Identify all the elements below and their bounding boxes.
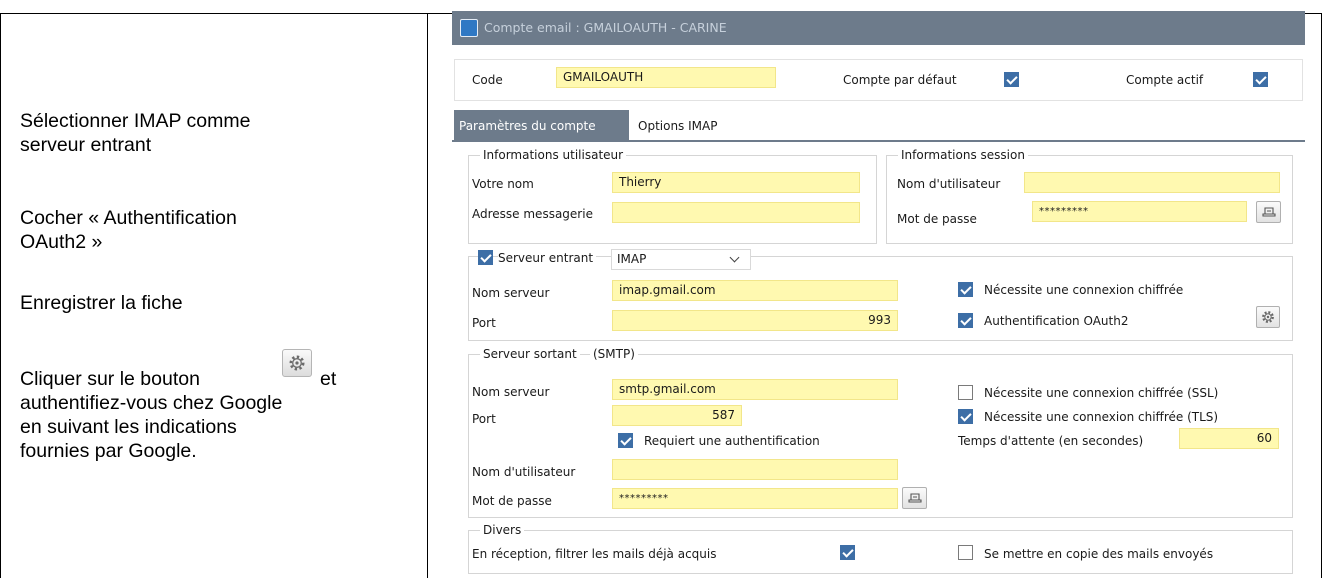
chevron-down-icon [729, 252, 740, 263]
session-info-group [886, 155, 1293, 244]
ssl-checkbox[interactable] [958, 385, 973, 400]
oauth2-label: Authentification OAuth2 [984, 314, 1129, 328]
incoming-encrypted-checkbox[interactable] [958, 282, 973, 297]
outgoing-username-field[interactable] [612, 459, 898, 480]
session-password-field[interactable]: ********* [1032, 201, 1247, 222]
incoming-server-checkbox[interactable] [478, 250, 493, 265]
tab-account-settings[interactable]: Paramètres du compte [454, 110, 629, 142]
default-account-checkbox[interactable] [1004, 72, 1019, 87]
session-username-field[interactable] [1024, 172, 1280, 193]
instruction-line: Cliquer sur le bouton [20, 368, 200, 390]
ssl-label: Nécessite une connexion chiffrée (SSL) [984, 386, 1219, 400]
tab-imap-options[interactable]: Options IMAP [638, 118, 717, 134]
copy-sent-label: Se mettre en copie des mails envoyés [984, 547, 1214, 561]
tls-checkbox[interactable] [958, 409, 973, 424]
oauth2-settings-button[interactable] [1256, 306, 1280, 328]
table-column-divider [427, 13, 428, 578]
instruction-line: Cocher « Authentification [20, 207, 237, 229]
session-username-label: Nom d'utilisateur [897, 177, 1001, 191]
timeout-field[interactable]: 60 [1179, 428, 1279, 449]
outgoing-protocol-label: (SMTP) [590, 346, 638, 362]
window-titlebar: Compte email : GMAILOAUTH - CARINE [452, 11, 1305, 45]
session-password-keyboard-button[interactable] [1256, 201, 1281, 223]
instruction-line: Sélectionner IMAP comme [20, 110, 251, 132]
filter-acquired-label: En réception, filtrer les mails déjà acq… [472, 547, 717, 561]
session-info-legend: Informations session [898, 147, 1028, 163]
requires-auth-label: Requiert une authentification [644, 434, 820, 448]
user-info-group [468, 155, 877, 244]
default-account-label: Compte par défaut [843, 73, 957, 87]
outgoing-password-label: Mot de passe [472, 494, 552, 508]
instruction-line: et [320, 368, 337, 390]
misc-legend: Divers [480, 522, 525, 538]
incoming-port-field[interactable]: 993 [612, 310, 898, 331]
outgoing-server-name-label: Nom serveur [472, 385, 550, 399]
outgoing-server-legend: Serveur sortant [480, 346, 580, 362]
copy-sent-checkbox[interactable] [958, 545, 973, 560]
name-field[interactable]: Thierry [612, 172, 860, 193]
requires-auth-checkbox[interactable] [618, 433, 633, 448]
code-field[interactable]: GMAILOAUTH [556, 67, 776, 88]
outgoing-password-keyboard-button[interactable] [902, 487, 927, 509]
gear-icon [1262, 311, 1274, 323]
instruction-line: OAuth2 » [20, 231, 103, 253]
outgoing-port-label: Port [472, 412, 496, 426]
name-label: Votre nom [472, 177, 534, 191]
instruction-line: authentifiez-vous chez Google [20, 392, 283, 414]
tls-label: Nécessite une connexion chiffrée (TLS) [984, 410, 1219, 424]
oauth2-checkbox[interactable] [958, 313, 973, 328]
outgoing-port-field[interactable]: 587 [612, 405, 742, 426]
window-title: Compte email : GMAILOAUTH - CARINE [484, 20, 727, 35]
incoming-server-label: Serveur entrant [498, 250, 597, 266]
instruction-line: Enregistrer la fiche [20, 292, 183, 314]
email-address-label: Adresse messagerie [472, 207, 593, 221]
instruction-line: fournies par Google. [20, 440, 197, 462]
active-account-checkbox[interactable] [1253, 72, 1268, 87]
incoming-protocol-select[interactable]: IMAP [611, 249, 751, 270]
app-icon [460, 19, 478, 37]
incoming-protocol-value: IMAP [617, 252, 647, 266]
filter-acquired-checkbox[interactable] [840, 545, 855, 560]
instruction-line: en suivant les indications [20, 416, 237, 438]
instruction-line: serveur entrant [20, 134, 152, 156]
table-left-border [0, 13, 1, 578]
email-account-window: Compte email : GMAILOAUTH - CARINE Code … [452, 8, 1305, 578]
incoming-server-name-label: Nom serveur [472, 286, 550, 300]
incoming-server-name-field[interactable]: imap.gmail.com [612, 280, 898, 301]
code-label: Code [472, 73, 503, 87]
gear-icon [282, 349, 312, 377]
keyboard-icon [907, 493, 922, 503]
keyboard-icon [1261, 207, 1276, 217]
user-info-legend: Informations utilisateur [480, 147, 627, 163]
incoming-encrypted-label: Nécessite une connexion chiffrée [984, 283, 1184, 297]
timeout-label: Temps d'attente (en secondes) [958, 434, 1144, 448]
outgoing-username-label: Nom d'utilisateur [472, 465, 576, 479]
active-account-label: Compte actif [1126, 73, 1204, 87]
outgoing-server-name-field[interactable]: smtp.gmail.com [612, 379, 898, 400]
email-address-field[interactable] [612, 202, 860, 223]
incoming-port-label: Port [472, 316, 496, 330]
outgoing-password-field[interactable]: ********* [612, 488, 898, 509]
session-password-label: Mot de passe [897, 212, 977, 226]
tab-underline [452, 140, 1305, 142]
